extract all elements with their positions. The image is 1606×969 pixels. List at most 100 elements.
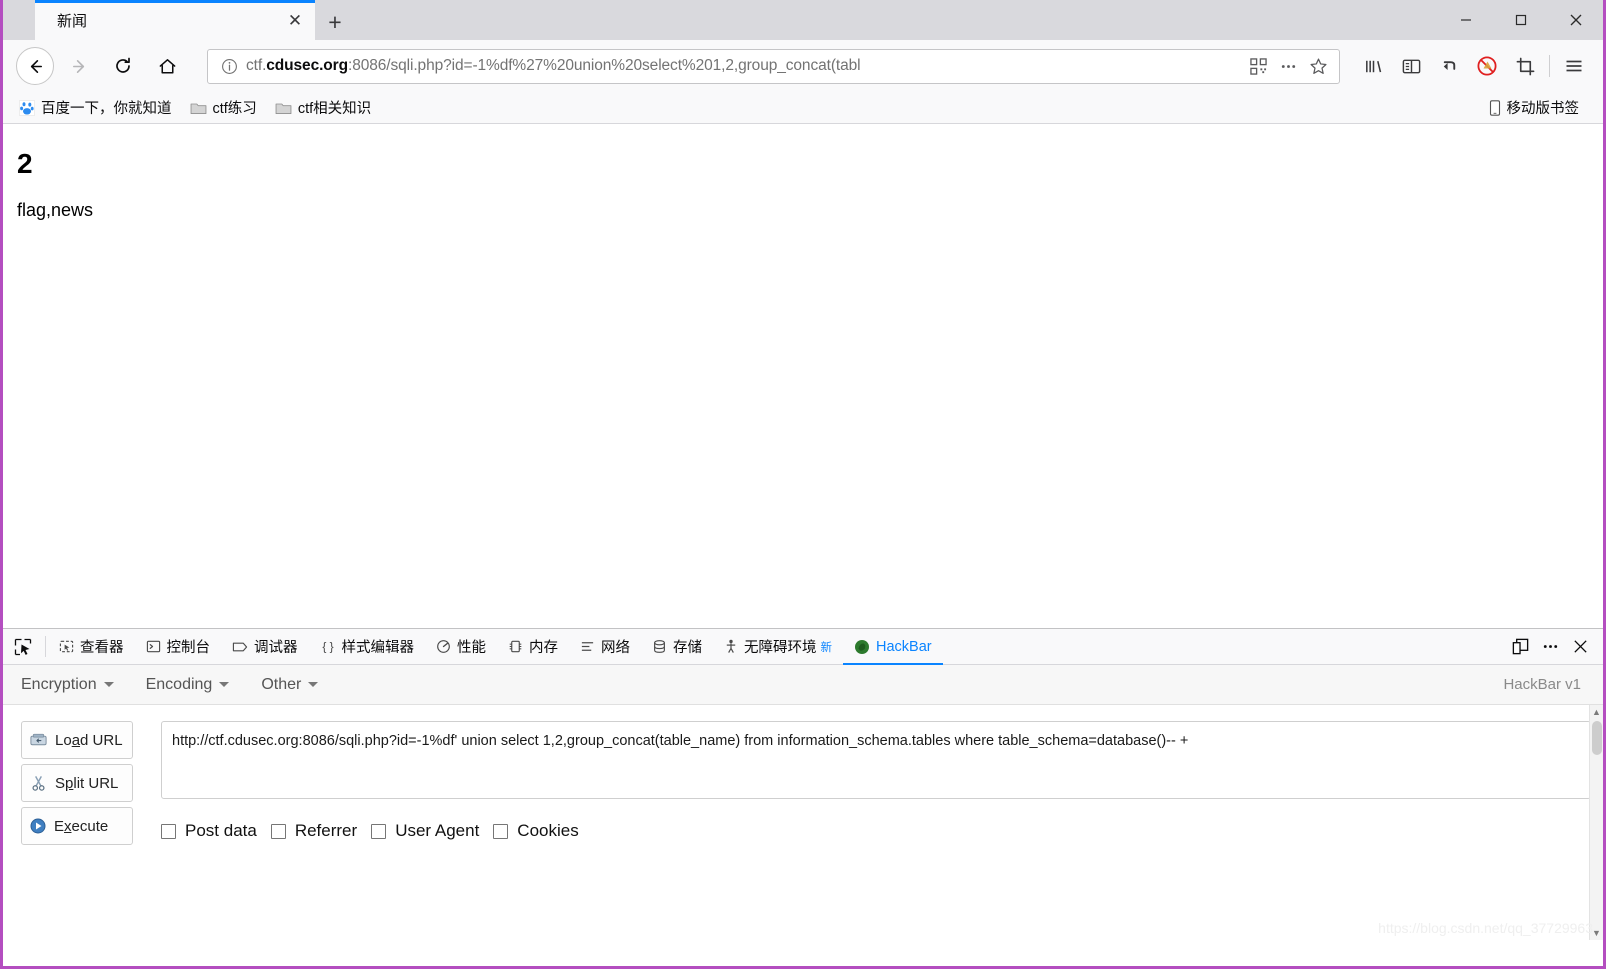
bookmark-folder-mobile[interactable]: 移动版书签 bbox=[1483, 96, 1586, 120]
load-url-button[interactable]: Load URL bbox=[21, 721, 133, 759]
devtools-tab-accessibility[interactable]: 无障碍环境 新 bbox=[713, 629, 843, 664]
minimize-icon bbox=[1460, 19, 1471, 21]
devtools-more-ellipsis-icon[interactable] bbox=[1535, 632, 1565, 662]
reload-button[interactable] bbox=[104, 47, 142, 85]
devtools-tab-memory[interactable]: 内存 bbox=[497, 629, 569, 664]
url-text[interactable]: ctf.cdusec.org:8086/sqli.php?id=-1%df%27… bbox=[246, 57, 1243, 75]
checkbox-label: Cookies bbox=[517, 821, 579, 840]
devtools-tab-performance[interactable]: 性能 bbox=[425, 629, 497, 664]
sidebar-icon[interactable] bbox=[1392, 47, 1430, 85]
devtools-tab-label: HackBar bbox=[876, 638, 932, 655]
devtools-close-icon[interactable] bbox=[1565, 632, 1595, 662]
bookmark-label: 移动版书签 bbox=[1506, 101, 1580, 117]
qr-code-icon[interactable] bbox=[1243, 52, 1273, 80]
dock-toggle-icon[interactable] bbox=[1505, 632, 1535, 662]
bookmark-label: ctf相关知识 bbox=[297, 101, 372, 117]
devtools-tab-inspector[interactable]: 查看器 bbox=[48, 629, 135, 664]
minimize-button[interactable] bbox=[1438, 0, 1493, 40]
close-icon bbox=[1570, 14, 1581, 26]
hackbar-right-column: http://ctf.cdusec.org:8086/sqli.php?id=-… bbox=[133, 721, 1591, 940]
page-actions-ellipsis-icon[interactable] bbox=[1273, 52, 1303, 80]
scrollbar-thumb[interactable] bbox=[1592, 721, 1602, 755]
checkbox-box[interactable] bbox=[161, 823, 176, 839]
tab-close-icon[interactable]: ✕ bbox=[283, 8, 307, 32]
devtools-tab-console[interactable]: 控制台 bbox=[135, 629, 222, 664]
split-url-label: Split URL bbox=[55, 774, 119, 792]
devtools-tab-debugger[interactable]: 调试器 bbox=[221, 629, 309, 664]
info-circle-icon[interactable] bbox=[218, 55, 240, 77]
debugger-icon bbox=[232, 640, 248, 654]
bookmarks-bar: 百度一下，你就知道 ctf练习 ctf相关知识 移动版书签 bbox=[3, 92, 1603, 124]
devtools-tab-label: 内存 bbox=[529, 640, 558, 656]
undo-arrow-icon[interactable] bbox=[1430, 47, 1468, 85]
mobile-phone-icon bbox=[1489, 99, 1501, 116]
bookmark-label: 百度一下，你就知道 bbox=[41, 101, 172, 117]
back-button[interactable] bbox=[16, 47, 54, 85]
new-tab-button[interactable]: + bbox=[315, 4, 355, 40]
hackbar-button-column: Load URL Split URL Execute bbox=[21, 721, 133, 940]
hackbar-menu-other[interactable]: Other bbox=[261, 676, 319, 694]
forward-arrow-icon bbox=[72, 59, 84, 73]
browser-tab-news[interactable]: 新闻 ✕ bbox=[35, 0, 315, 40]
accessibility-icon bbox=[724, 639, 738, 654]
storage-icon bbox=[652, 639, 667, 654]
checkbox-cookies[interactable]: Cookies bbox=[493, 821, 579, 841]
hackbar-url-textarea[interactable]: http://ctf.cdusec.org:8086/sqli.php?id=-… bbox=[161, 721, 1591, 799]
home-button[interactable] bbox=[148, 47, 186, 85]
style-editor-icon: { } bbox=[320, 639, 336, 654]
checkbox-box[interactable] bbox=[371, 823, 387, 839]
checkbox-box[interactable] bbox=[270, 823, 286, 839]
network-icon bbox=[580, 639, 595, 654]
forward-button[interactable] bbox=[60, 47, 98, 85]
load-url-label: Load URL bbox=[55, 731, 123, 749]
hackbar-scrollbar[interactable]: ▲ ▼ bbox=[1589, 705, 1603, 940]
close-window-button[interactable] bbox=[1548, 0, 1603, 40]
devtools-tab-label: 网络 bbox=[601, 640, 630, 656]
devtools-tab-label: 性能 bbox=[457, 640, 486, 656]
execute-icon bbox=[29, 817, 47, 835]
tab-title: 新闻 bbox=[57, 12, 88, 30]
browser-window: 新闻 ✕ + ctf.cdusec.org:8086/sqli.php?id=-… bbox=[0, 0, 1606, 969]
devtools-tab-storage[interactable]: 存储 bbox=[641, 629, 713, 664]
scroll-down-arrow-icon[interactable]: ▼ bbox=[1592, 926, 1601, 940]
crop-screenshot-icon[interactable] bbox=[1506, 47, 1544, 85]
folder-icon bbox=[275, 101, 292, 115]
bookmark-item-baidu[interactable]: 百度一下，你就知道 bbox=[13, 96, 178, 120]
adblock-disabled-icon[interactable] bbox=[1468, 47, 1506, 85]
checkbox-post-data[interactable]: Post data bbox=[161, 821, 257, 841]
devtools-tab-style-editor[interactable]: { } 样式编辑器 bbox=[309, 629, 426, 664]
devtools-tab-label: 控制台 bbox=[166, 640, 211, 656]
hackbar-body: Load URL Split URL Execute http://ctf.cd… bbox=[3, 705, 1603, 940]
toolbar-divider bbox=[1549, 55, 1550, 77]
url-bar-actions bbox=[1243, 52, 1333, 80]
devtools-tab-network[interactable]: 网络 bbox=[569, 629, 641, 664]
hackbar-icon bbox=[854, 639, 870, 655]
checkbox-referrer[interactable]: Referrer bbox=[270, 821, 357, 841]
bookmark-folder-ctf-knowledge[interactable]: ctf相关知识 bbox=[269, 96, 377, 120]
maximize-button[interactable] bbox=[1493, 0, 1548, 40]
url-bar[interactable]: ctf.cdusec.org:8086/sqli.php?id=-1%df%27… bbox=[207, 48, 1340, 84]
devtools-divider bbox=[45, 636, 46, 657]
bookmark-star-icon[interactable] bbox=[1303, 52, 1333, 80]
devtools-tab-label: 查看器 bbox=[80, 640, 124, 656]
library-icon[interactable] bbox=[1354, 47, 1392, 85]
home-icon bbox=[159, 58, 175, 73]
memory-icon bbox=[508, 639, 523, 654]
checkbox-user-agent[interactable]: User Agent bbox=[371, 821, 479, 841]
execute-button[interactable]: Execute bbox=[21, 807, 133, 845]
hackbar-menu-label: Encoding bbox=[145, 675, 213, 693]
devtools-tab-hackbar[interactable]: HackBar bbox=[843, 629, 943, 665]
split-url-button[interactable]: Split URL bbox=[21, 764, 133, 802]
scroll-up-arrow-icon[interactable]: ▲ bbox=[1592, 705, 1601, 719]
hackbar-options-row: Post data Referrer User Agent Cookies bbox=[161, 821, 1591, 841]
checkbox-box[interactable] bbox=[493, 823, 509, 839]
load-url-icon bbox=[29, 732, 48, 748]
devtools-tab-label: 无障碍环境 bbox=[744, 640, 817, 656]
hamburger-menu-icon[interactable] bbox=[1555, 47, 1593, 85]
bookmark-folder-ctf-practice[interactable]: ctf练习 bbox=[184, 96, 263, 120]
hackbar-menu-encoding[interactable]: Encoding bbox=[146, 676, 230, 694]
baidu-paw-icon bbox=[19, 99, 35, 116]
element-picker-icon[interactable] bbox=[3, 629, 43, 664]
chevron-down-icon bbox=[308, 682, 319, 687]
hackbar-menu-encryption[interactable]: Encryption bbox=[21, 676, 114, 694]
